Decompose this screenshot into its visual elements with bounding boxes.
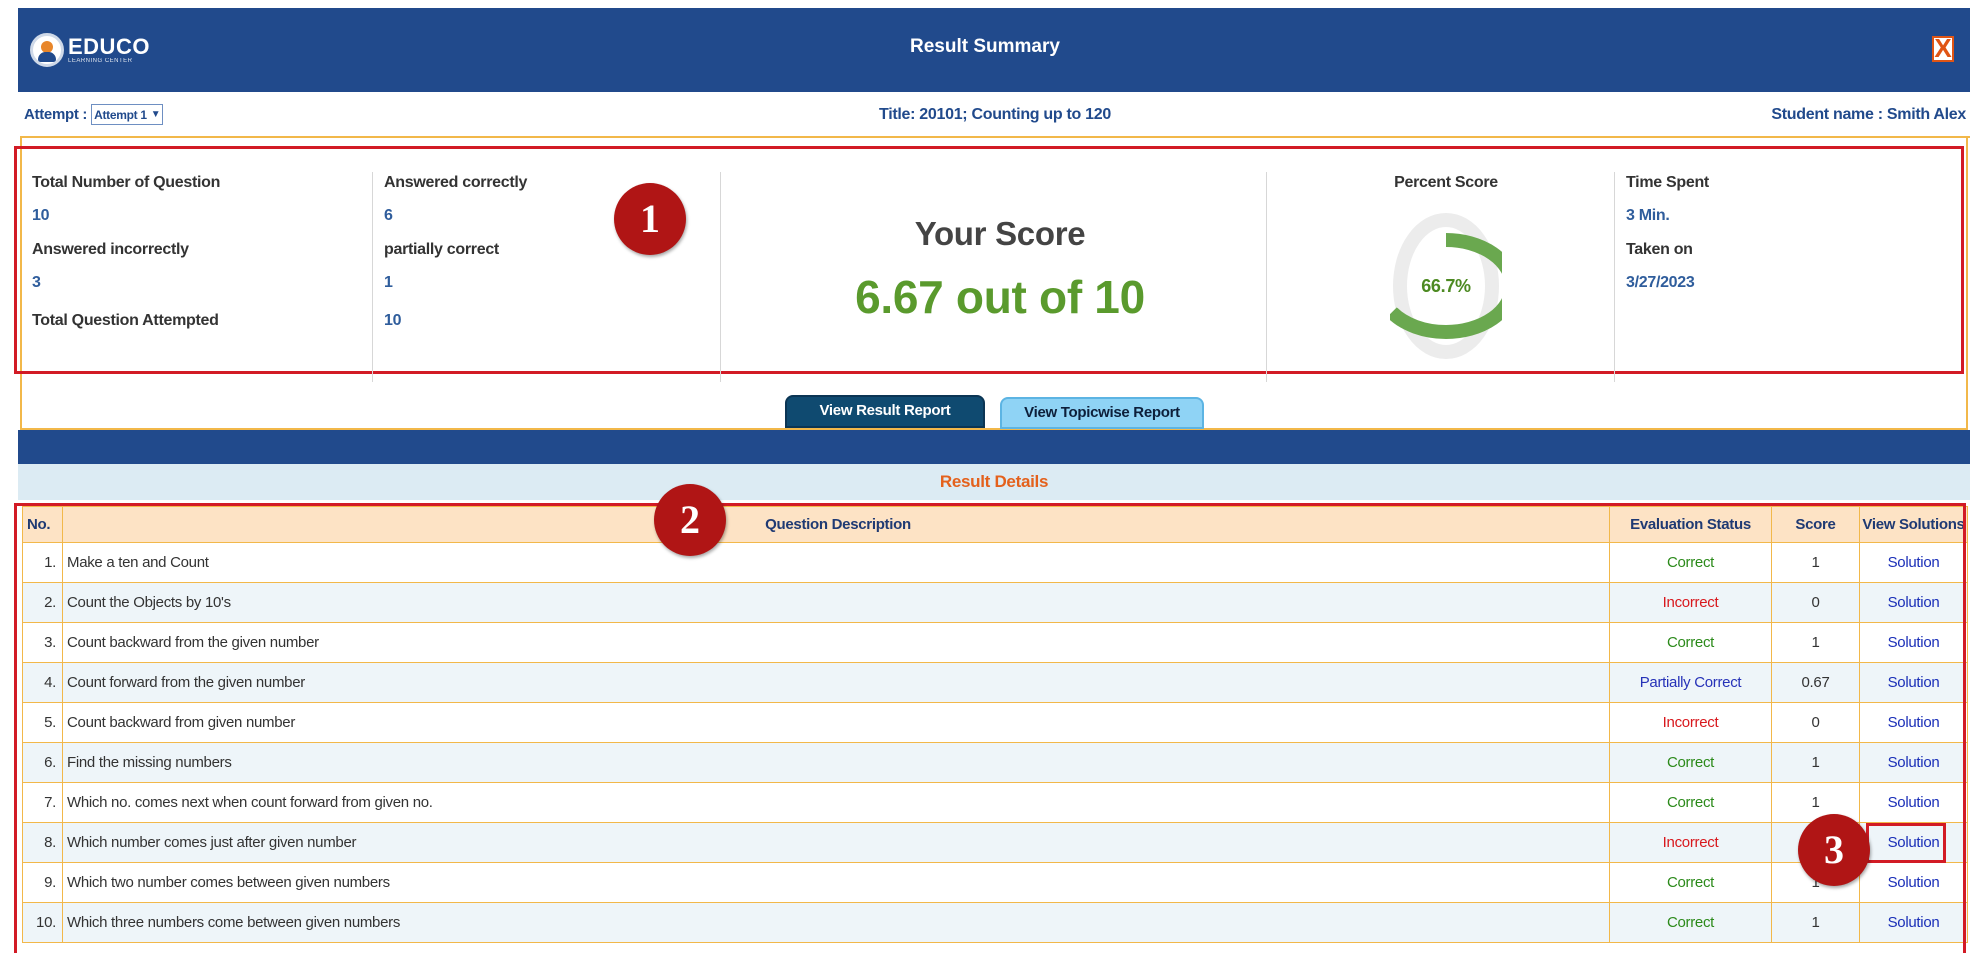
callout-badge-1: 1: [614, 183, 686, 255]
student-name: Student name : Smith Alex: [1771, 106, 1966, 123]
total-attempted-label: Total Question Attempted: [32, 312, 219, 329]
answered-incorrectly-label: Answered incorrectly: [32, 241, 189, 258]
test-title: Title: 20101; Counting up to 120: [879, 106, 1111, 123]
solution-highlight-box: [1866, 823, 1946, 863]
percent-score-value: 66.7%: [1421, 276, 1471, 296]
your-score-label: Your Score: [914, 215, 1086, 252]
column-divider: [372, 172, 373, 382]
percent-score-label: Percent Score: [1394, 174, 1498, 191]
close-button[interactable]: X: [1932, 35, 1954, 62]
info-row: Attempt : Attempt 1 ▼ Title: 20101; Coun…: [20, 98, 1970, 138]
section-divider-band: [18, 430, 1970, 464]
result-details-header: Result Details: [18, 464, 1970, 500]
result-details-title: Result Details: [939, 472, 1049, 491]
answered-incorrectly-value: 3: [32, 274, 41, 291]
callout-badge-2: 2: [654, 484, 726, 556]
tab-view-result-report[interactable]: View Result Report: [785, 395, 985, 428]
taken-on-label: Taken on: [1626, 241, 1693, 258]
answered-correctly-value: 6: [384, 207, 393, 224]
total-attempted-value: 10: [384, 312, 402, 329]
table-highlight-box: [14, 503, 1966, 953]
callout-badge-3: 3: [1798, 814, 1870, 886]
partially-correct-value: 1: [384, 274, 393, 291]
partially-correct-label: partially correct: [384, 241, 499, 258]
column-divider: [1614, 172, 1615, 382]
logo-subtext: LEARNING CENTER: [68, 58, 133, 64]
taken-on-value: 3/27/2023: [1626, 274, 1695, 291]
time-spent-value: 3 Min.: [1626, 207, 1670, 224]
time-spent-label: Time Spent: [1626, 174, 1709, 191]
page-title: Result Summary: [910, 36, 1060, 57]
total-questions-label: Total Number of Question: [32, 174, 221, 191]
total-questions-value: 10: [32, 207, 50, 224]
answered-correctly-label: Answered correctly: [384, 174, 528, 191]
tab-view-topicwise-report[interactable]: View Topicwise Report: [1000, 397, 1204, 429]
header-bar: EDUCO LEARNING CENTER Result Summary X: [0, 0, 1970, 94]
your-score-value: 6.67 out of 10: [855, 271, 1145, 323]
